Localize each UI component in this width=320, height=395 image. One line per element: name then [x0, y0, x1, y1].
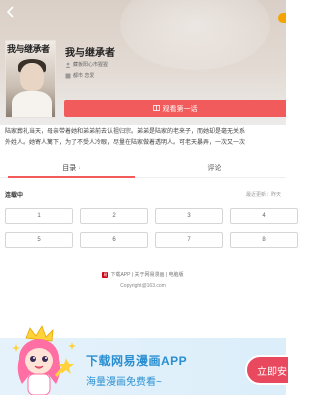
author-row: 藏板阳心市猩猩	[65, 61, 108, 68]
chapter-button[interactable]: 6	[80, 232, 148, 248]
chapter-button[interactable]: 2	[80, 208, 148, 224]
chapter-status-row: 连载中 最近更新：昨天	[5, 190, 281, 199]
install-now-button[interactable]: 立即安	[245, 355, 290, 385]
read-first-chapter-button[interactable]: 观看第一话	[64, 100, 286, 117]
banner-subtitle: 海量漫画免费看~	[86, 377, 162, 388]
cover-title: 我与继承者	[7, 45, 50, 55]
cover-body	[12, 91, 52, 117]
header-backdrop	[120, 0, 270, 70]
netease-logo-icon: 易	[102, 271, 109, 278]
tab-bar: 目录 ↓ 评论	[0, 158, 286, 178]
chapter-button[interactable]: 7	[155, 232, 223, 248]
chapter-button[interactable]: 4	[230, 208, 298, 224]
chapter-button[interactable]: 3	[155, 208, 223, 224]
mascot-icon	[8, 324, 78, 395]
tab-catalog-label: 目录	[62, 164, 77, 172]
comic-description: 陆家葬礼当天，母亲带着她和弟弟前去认祖归宗。弟弟是陆家的老来子，而她却是毫无关系…	[5, 127, 286, 149]
read-button-label: 观看第一话	[162, 105, 198, 113]
description-line: 陆家葬礼当天，母亲带着她和弟弟前去认祖归宗。弟弟是陆家的老来子，而她却是毫无关系	[5, 129, 246, 135]
tab-comments[interactable]: 评论	[143, 158, 286, 177]
corner-badge-icon[interactable]	[278, 13, 286, 23]
footer-links: 易 下载APP | 关于网易漫画 | 电脑版	[0, 271, 286, 278]
serial-status: 连载中	[5, 193, 24, 199]
cover-face	[20, 63, 44, 91]
tags-row: 都市 恋爱	[65, 72, 94, 79]
tab-comments-label: 评论	[207, 164, 222, 172]
comic-cover: 我与继承者	[5, 40, 56, 118]
last-updated: 最近更新：昨天	[245, 192, 281, 198]
chapter-button[interactable]: 5	[5, 232, 73, 248]
chapter-grid: 1 2 3 4 5 6 7 8	[5, 208, 298, 248]
back-arrow-icon[interactable]	[5, 5, 21, 21]
chapter-button[interactable]: 8	[230, 232, 298, 248]
banner-title: 下载网易漫画APP	[86, 354, 188, 368]
chapter-button[interactable]: 1	[5, 208, 73, 224]
tag-icon	[65, 73, 71, 79]
description-line: 外姓人。她寄人篱下，为了不受人冷眼，尽量在陆家做着透明人。可老天暴弄，一次又一次	[5, 140, 246, 146]
comic-tags: 都市 恋爱	[73, 73, 95, 79]
copyright-text: Copyright@163.com	[120, 283, 166, 289]
sort-arrow-icon[interactable]: ↓	[78, 165, 81, 171]
footer-links-text[interactable]: 下载APP | 关于网易漫画 | 电脑版	[110, 271, 183, 278]
author-icon	[65, 62, 71, 68]
author-name: 藏板阳心市猩猩	[73, 62, 109, 68]
tab-catalog[interactable]: 目录 ↓	[0, 158, 143, 178]
book-icon	[152, 104, 160, 113]
comic-title: 我与继承者	[65, 48, 115, 59]
